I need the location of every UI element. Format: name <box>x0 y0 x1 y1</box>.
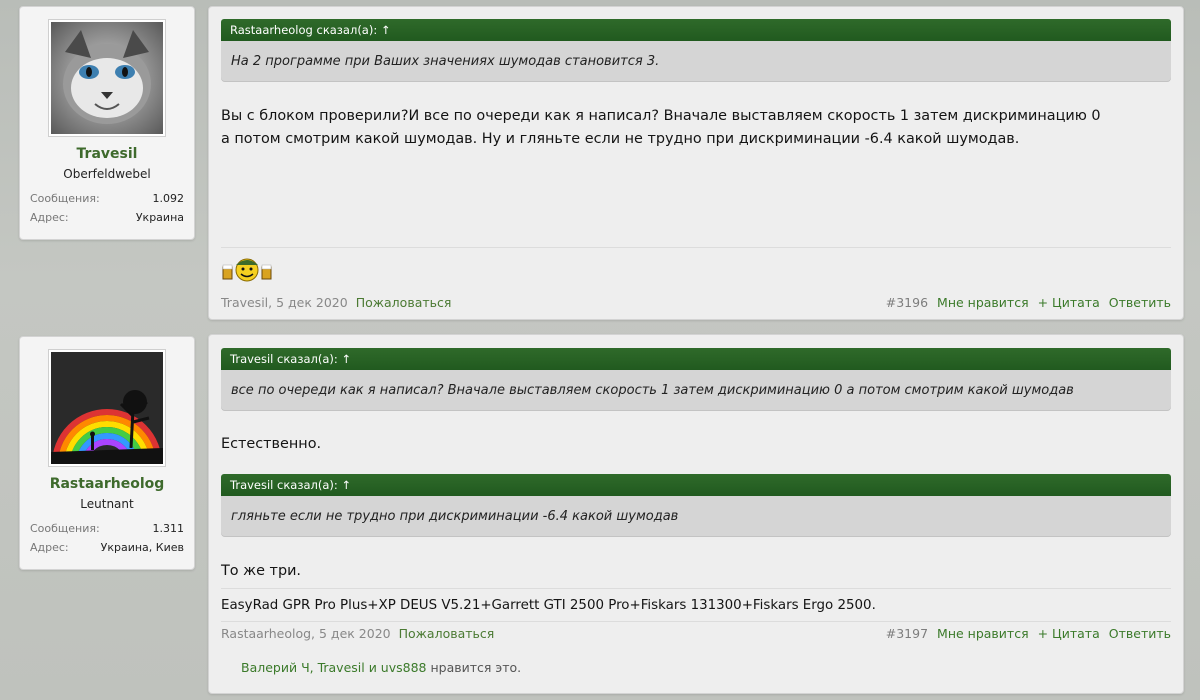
address-value: Украина, Киев <box>100 541 184 554</box>
post-3196: Travesil Oberfeldwebel Сообщения: 1.092 … <box>0 0 1200 324</box>
user-card: Travesil Oberfeldwebel Сообщения: 1.092 … <box>19 6 195 240</box>
divider <box>221 621 1171 622</box>
reply-text: То же три. <box>221 563 302 579</box>
address-label: Адрес: <box>30 211 69 224</box>
likes-summary: Валерий Ч, Travesil и uvs888 нравится эт… <box>241 660 521 675</box>
username[interactable]: Rastaarheolog <box>20 476 194 492</box>
signature-divider <box>221 588 1171 589</box>
quote-header[interactable]: Rastaarheolog сказал(а): ↑ <box>221 19 1171 41</box>
quote-link[interactable]: + Цитата <box>1038 626 1100 641</box>
likes-suffix: нравится это. <box>426 660 522 675</box>
post-number-link[interactable]: #3196 <box>886 295 928 310</box>
post-meta: Rastaarheolog, 5 дек 2020 Пожаловаться #3… <box>221 626 1171 644</box>
quote-block: Rastaarheolog сказал(а): ↑ На 2 программ… <box>221 19 1171 82</box>
message-line: Вы с блоком проверили?И все по очереди к… <box>221 108 1101 124</box>
quote-header[interactable]: Travesil сказал(а): ↑ <box>221 474 1171 496</box>
avatar[interactable] <box>48 349 166 467</box>
quote-text: все по очереди как я написал? Вначале вы… <box>221 370 1171 411</box>
smiley-beer-icon <box>222 258 272 282</box>
message-line: а потом смотрим какой шумодав. Ну и глян… <box>221 131 1020 147</box>
like-link[interactable]: Мне нравится <box>937 295 1029 310</box>
avatar[interactable] <box>48 19 166 137</box>
messages-label: Сообщения: <box>30 192 100 205</box>
quote-block: Travesil сказал(а): ↑ гляньте если не тр… <box>221 474 1171 537</box>
user-rank: Oberfeldwebel <box>63 167 151 181</box>
report-link[interactable]: Пожаловаться <box>356 295 452 310</box>
reply-text: Естественно. <box>221 436 322 452</box>
post-author[interactable]: Rastaarheolog, 5 дек 2020 <box>221 626 391 641</box>
post-number-link[interactable]: #3197 <box>886 626 928 641</box>
reply-link[interactable]: Ответить <box>1109 626 1171 641</box>
user-card: Rastaarheolog Leutnant Сообщения: 1.311 … <box>19 336 195 570</box>
post-meta: Travesil, 5 дек 2020 Пожаловаться #3196 Мн… <box>221 295 1171 313</box>
message-body: Travesil сказал(а): ↑ все по очереди как… <box>208 334 1184 694</box>
report-link[interactable]: Пожаловаться <box>399 626 495 641</box>
username[interactable]: Travesil <box>20 146 194 162</box>
like-link[interactable]: Мне нравится <box>937 626 1029 641</box>
likes-users[interactable]: Валерий Ч, Travesil и uvs888 <box>241 660 427 675</box>
messages-label: Сообщения: <box>30 522 100 535</box>
reply-link[interactable]: Ответить <box>1109 295 1171 310</box>
messages-count: 1.092 <box>152 192 185 205</box>
post-actions: #3196 Мне нравится + Цитата Ответить <box>877 295 1171 310</box>
cat-avatar-image <box>51 22 163 134</box>
divider <box>221 247 1171 248</box>
post-actions: #3197 Мне нравится + Цитата Ответить <box>877 626 1171 641</box>
address-value: Украина <box>135 211 184 224</box>
address-label: Адрес: <box>30 541 69 554</box>
post-3197: Rastaarheolog Leutnant Сообщения: 1.311 … <box>0 330 1200 700</box>
messages-count: 1.311 <box>152 522 185 535</box>
post-author[interactable]: Travesil, 5 дек 2020 <box>221 295 348 310</box>
rainbow-avatar-image <box>51 352 163 464</box>
quote-block: Travesil сказал(а): ↑ все по очереди как… <box>221 348 1171 411</box>
signature: EasyRad GPR Pro Plus+XP DEUS V5.21+Garre… <box>221 598 876 613</box>
user-rank: Leutnant <box>80 497 134 511</box>
message-body: Rastaarheolog сказал(а): ↑ На 2 программ… <box>208 6 1184 320</box>
quote-header[interactable]: Travesil сказал(а): ↑ <box>221 348 1171 370</box>
quote-text: На 2 программе при Ваших значениях шумод… <box>221 41 1171 82</box>
quote-text: гляньте если не трудно при дискриминации… <box>221 496 1171 537</box>
message-text: Вы с блоком проверили?И все по очереди к… <box>221 105 1171 151</box>
quote-link[interactable]: + Цитата <box>1038 295 1100 310</box>
